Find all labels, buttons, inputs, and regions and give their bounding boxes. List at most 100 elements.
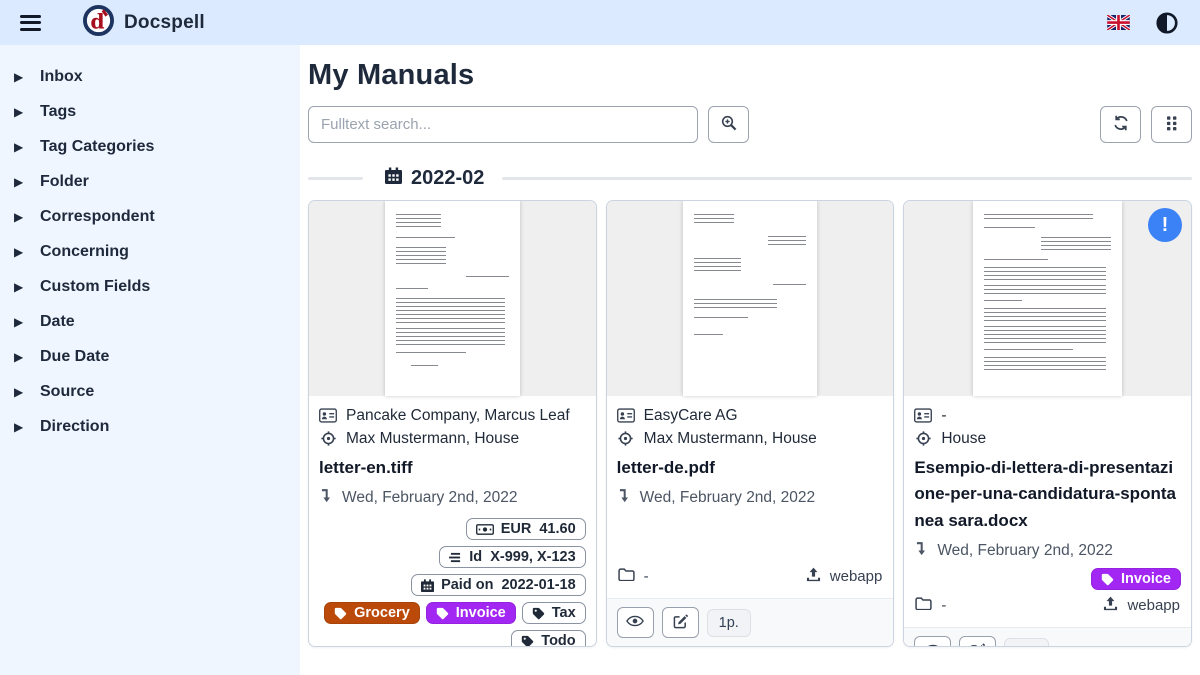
caret-right-icon: ▶ <box>14 245 24 259</box>
eye-icon <box>626 615 644 630</box>
concerning-line: House <box>914 427 1181 450</box>
arrow-down-icon <box>916 541 927 561</box>
document-thumbnail[interactable] <box>309 201 596 396</box>
tag-icon <box>334 607 347 620</box>
eye-icon <box>924 644 942 647</box>
app-title: Docspell <box>124 12 205 34</box>
tag-icon <box>1101 573 1114 586</box>
folder-indicator: - <box>618 568 649 585</box>
filter-sidebar: ▶Inbox ▶Tags ▶Tag Categories ▶Folder ▶Co… <box>0 45 300 675</box>
money-bill-icon <box>476 524 494 535</box>
address-card-icon <box>617 408 635 423</box>
edit-icon <box>970 643 985 647</box>
field-and-tag-badges: EUR 41.60 Id X-999, X-123 Paid on 2022-0… <box>319 518 586 647</box>
address-card-icon <box>319 408 337 423</box>
custom-field-id-badge: Id X-999, X-123 <box>439 546 585 568</box>
tag-icon <box>436 607 449 620</box>
page-count-label: 2p. <box>1004 638 1048 647</box>
top-bar: d Docspell <box>0 0 1200 45</box>
sidebar-item-correspondent[interactable]: ▶Correspondent <box>0 199 300 234</box>
document-thumbnail[interactable] <box>607 201 894 396</box>
tag-todo-badge: Todo <box>511 630 585 647</box>
fulltext-search-input[interactable] <box>308 106 698 143</box>
month-group-label: 2022-02 <box>411 167 484 190</box>
caret-right-icon: ▶ <box>14 315 24 329</box>
item-date-line: Wed, February 2nd, 2022 <box>321 488 586 508</box>
main-content: My Manuals <box>300 45 1200 675</box>
field-and-tag-badges: Invoice <box>914 568 1181 590</box>
upload-icon <box>1103 596 1118 615</box>
sidebar-item-inbox[interactable]: ▶Inbox <box>0 59 300 94</box>
svg-text:d: d <box>90 9 104 33</box>
sidebar-item-tag-categories[interactable]: ▶Tag Categories <box>0 129 300 164</box>
list-lines-icon <box>449 552 462 563</box>
edit-button[interactable] <box>662 607 699 638</box>
sidebar-item-source[interactable]: ▶Source <box>0 374 300 409</box>
tag-invoice-badge: Invoice <box>1091 568 1181 590</box>
language-flag-icon[interactable] <box>1107 15 1130 30</box>
refresh-button[interactable] <box>1100 106 1141 143</box>
preview-button[interactable] <box>914 636 951 647</box>
sidebar-item-concerning[interactable]: ▶Concerning <box>0 234 300 269</box>
crosshair-icon <box>319 431 337 446</box>
caret-right-icon: ▶ <box>14 210 24 224</box>
tag-icon <box>532 607 545 620</box>
grid-grip-icon <box>1167 116 1177 134</box>
search-plus-icon <box>721 115 737 134</box>
caret-right-icon: ▶ <box>14 105 24 119</box>
caret-right-icon: ▶ <box>14 140 24 154</box>
app-logo: d <box>83 5 114 41</box>
upload-icon <box>806 567 821 586</box>
document-thumbnail[interactable] <box>904 201 1191 396</box>
item-title-link[interactable]: letter-de.pdf <box>617 455 884 481</box>
item-card-list: Pancake Company, Marcus Leaf Max Musterm… <box>308 200 1192 647</box>
folder-icon <box>915 597 932 614</box>
preview-button[interactable] <box>617 607 654 638</box>
crosshair-icon <box>617 431 635 446</box>
caret-right-icon: ▶ <box>14 350 24 364</box>
item-date-line: Wed, February 2nd, 2022 <box>916 541 1181 561</box>
edit-icon <box>673 614 688 632</box>
tag-icon <box>521 635 534 647</box>
sidebar-item-direction[interactable]: ▶Direction <box>0 409 300 444</box>
theme-contrast-toggle-icon[interactable] <box>1156 12 1178 34</box>
item-date-line: Wed, February 2nd, 2022 <box>619 488 884 508</box>
sidebar-item-folder[interactable]: ▶Folder <box>0 164 300 199</box>
caret-right-icon: ▶ <box>14 280 24 294</box>
menu-hamburger-icon[interactable] <box>20 11 41 34</box>
search-button[interactable] <box>708 106 749 143</box>
item-title-link[interactable]: letter-en.tiff <box>319 455 586 481</box>
custom-field-paid-on-badge: Paid on 2022-01-18 <box>411 574 586 596</box>
sidebar-item-custom-fields[interactable]: ▶Custom Fields <box>0 269 300 304</box>
month-group-divider: 2022-02 <box>308 167 1192 190</box>
edit-button[interactable] <box>959 636 996 647</box>
item-title-link[interactable]: Esempio-di-lettera-di-presentazione-per-… <box>914 455 1181 534</box>
page-title: My Manuals <box>308 59 1192 92</box>
page-count-label: 1p. <box>707 609 751 637</box>
correspondent-line: - <box>914 404 1181 427</box>
tag-tax-badge: Tax <box>522 602 586 624</box>
address-card-icon <box>914 408 932 423</box>
tag-invoice-badge: Invoice <box>426 602 516 624</box>
item-card[interactable]: - House Esempio-di-lettera-di-presentazi… <box>903 200 1192 647</box>
sidebar-item-tags[interactable]: ▶Tags <box>0 94 300 129</box>
crosshair-icon <box>914 431 932 446</box>
folder-icon <box>618 568 635 585</box>
sidebar-item-due-date[interactable]: ▶Due Date <box>0 339 300 374</box>
sidebar-item-date[interactable]: ▶Date <box>0 304 300 339</box>
caret-right-icon: ▶ <box>14 420 24 434</box>
item-card[interactable]: Pancake Company, Marcus Leaf Max Musterm… <box>308 200 597 647</box>
item-card[interactable]: EasyCare AG Max Mustermann, House letter… <box>606 200 895 647</box>
caret-right-icon: ▶ <box>14 70 24 84</box>
app-brand[interactable]: d Docspell <box>83 5 205 41</box>
custom-field-amount-badge: EUR 41.60 <box>466 518 586 540</box>
refresh-icon <box>1113 115 1129 134</box>
view-toggle-button[interactable] <box>1151 106 1192 143</box>
arrow-down-icon <box>321 488 332 508</box>
correspondent-line: Pancake Company, Marcus Leaf <box>319 404 586 427</box>
calendar-icon <box>421 579 434 592</box>
caret-right-icon: ▶ <box>14 385 24 399</box>
caret-right-icon: ▶ <box>14 175 24 189</box>
arrow-down-icon <box>619 488 630 508</box>
new-item-exclamation-badge <box>1148 208 1182 242</box>
